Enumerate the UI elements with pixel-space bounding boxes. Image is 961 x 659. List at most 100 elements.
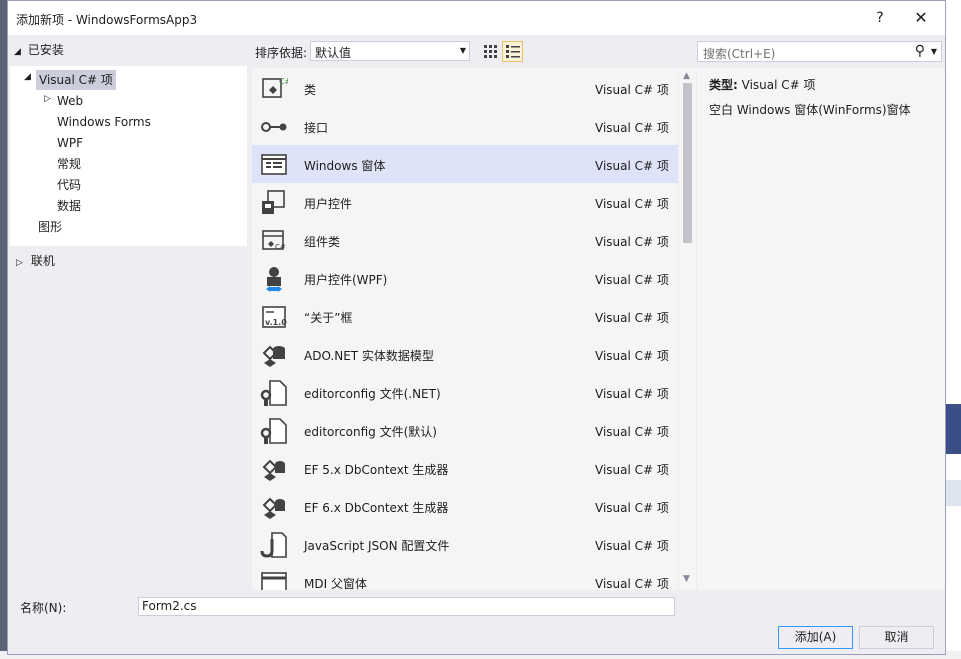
template-row[interactable]: EF 5.x DbContext 生成器 Visual C# 项 (252, 449, 678, 487)
template-row[interactable]: C# 组件类 Visual C# 项 (252, 221, 678, 259)
template-name: “关于”框 (304, 311, 353, 325)
template-language: Visual C# 项 (595, 349, 669, 363)
template-row[interactable]: v.1.0 “关于”框 Visual C# 项 (252, 297, 678, 335)
template-name: editorconfig 文件(默认) (304, 425, 437, 439)
tree-item-data[interactable]: 数据 (57, 196, 81, 216)
search-icon[interactable]: ⚲ (915, 43, 925, 59)
list-view-icon (506, 45, 520, 58)
template-language: Visual C# 项 (595, 425, 669, 439)
template-row[interactable]: ADO.NET 实体数据模型 Visual C# 项 (252, 335, 678, 373)
template-name: Windows 窗体 (304, 159, 386, 173)
tree-item-windows-forms[interactable]: Windows Forms (57, 112, 151, 132)
template-name: ADO.NET 实体数据模型 (304, 349, 434, 363)
template-name: 接口 (304, 121, 329, 135)
search-placeholder: 搜索(Ctrl+E) (703, 47, 776, 61)
template-row[interactable]: 用户控件(WPF) Visual C# 项 (252, 259, 678, 297)
template-language: Visual C# 项 (595, 235, 669, 249)
chevron-down-icon: ▼ (459, 46, 466, 55)
template-name: EF 6.x DbContext 生成器 (304, 501, 449, 515)
background-ide (945, 0, 961, 659)
tree-item-visual-csharp[interactable]: Visual C# 项 (36, 70, 116, 90)
installed-header[interactable]: ◢ 已安装 (14, 41, 64, 58)
template-language: Visual C# 项 (595, 311, 669, 325)
search-input[interactable]: 搜索(Ctrl+E) ⚲ ▼ (697, 41, 942, 62)
expand-arrow-icon[interactable]: ▷ (44, 94, 51, 104)
help-button[interactable]: ? (867, 5, 893, 31)
svg-text:C#: C# (275, 243, 286, 251)
template-description: 空白 Windows 窗体(WinForms)窗体 (709, 103, 911, 117)
template-name: EF 5.x DbContext 生成器 (304, 463, 449, 477)
svg-text:v.1.0: v.1.0 (265, 318, 287, 327)
template-row[interactable]: editorconfig 文件(.NET) Visual C# 项 (252, 373, 678, 411)
about-box-icon: v.1.0 (260, 303, 288, 331)
scroll-up-icon[interactable]: ▲ (683, 71, 690, 81)
template-language: Visual C# 项 (595, 83, 669, 97)
tree-item-online[interactable]: ▷ 联机 (16, 252, 55, 269)
template-row[interactable]: EF 6.x DbContext 生成器 Visual C# 项 (252, 487, 678, 525)
template-row[interactable]: C# 类 Visual C# 项 (252, 69, 678, 107)
background-band (945, 480, 961, 506)
template-name: 组件类 (304, 235, 341, 249)
template-info-pane: 类型: Visual C# 项 空白 Windows 窗体(WinForms)窗… (697, 68, 945, 590)
template-row[interactable]: 用户控件 Visual C# 项 (252, 183, 678, 221)
add-button[interactable]: 添加(A) (778, 626, 853, 649)
name-field[interactable]: Form2.cs (138, 597, 675, 616)
interface-icon (260, 113, 288, 141)
template-name: 用户控件(WPF) (304, 273, 388, 287)
template-row[interactable]: Windows 窗体 Visual C# 项 (252, 145, 678, 183)
background-band (945, 404, 961, 454)
json-config-icon (260, 531, 288, 559)
template-name: editorconfig 文件(.NET) (304, 387, 441, 401)
mdi-parent-form-icon (260, 569, 288, 590)
scroll-down-icon[interactable]: ▼ (683, 574, 690, 584)
template-name: 用户控件 (304, 197, 353, 211)
template-language: Visual C# 项 (595, 463, 669, 477)
type-value: Visual C# 项 (741, 78, 816, 92)
template-name: JavaScript JSON 配置文件 (304, 539, 450, 553)
editorconfig-icon (260, 379, 288, 407)
tree-item-web[interactable]: Web (57, 91, 83, 111)
dbcontext-generator-icon (260, 455, 288, 483)
expand-arrow-icon: ▷ (16, 258, 23, 268)
sort-dropdown[interactable]: 默认值 ▼ (310, 41, 470, 61)
tree-item-code[interactable]: 代码 (57, 175, 81, 195)
wpf-user-control-icon (260, 265, 288, 293)
collapse-arrow-icon: ◢ (14, 47, 21, 57)
template-row[interactable]: JavaScript JSON 配置文件 Visual C# 项 (252, 525, 678, 563)
cancel-button[interactable]: 取消 (859, 626, 934, 649)
collapse-arrow-icon[interactable]: ◢ (24, 72, 31, 82)
tree-item-general[interactable]: 常规 (57, 154, 81, 174)
template-language: Visual C# 项 (595, 577, 669, 590)
template-list-scrollbar[interactable]: ▲ ▼ (679, 68, 696, 590)
template-row[interactable]: MDI 父窗体 Visual C# 项 (252, 563, 678, 590)
template-category-tree: ◢ Visual C# 项 ▷ Web Windows Forms WPF 常规… (10, 66, 247, 246)
tree-item-graphics[interactable]: 图形 (38, 217, 62, 237)
template-language: Visual C# 项 (595, 387, 669, 401)
small-icons-view-button[interactable] (480, 41, 500, 61)
template-row[interactable]: 接口 Visual C# 项 (252, 107, 678, 145)
svg-text:C#: C# (279, 77, 288, 86)
template-type: 类型: Visual C# 项 (709, 76, 816, 93)
template-language: Visual C# 项 (595, 273, 669, 287)
dbcontext-generator-icon (260, 493, 288, 521)
window-title: 添加新项 - WindowsFormsApp3 (16, 13, 198, 27)
grid-view-icon (484, 45, 497, 58)
template-language: Visual C# 项 (595, 501, 669, 515)
template-language: Visual C# 项 (595, 197, 669, 211)
template-name: 类 (304, 83, 317, 97)
close-button[interactable]: ✕ (906, 5, 936, 31)
template-row[interactable]: editorconfig 文件(默认) Visual C# 项 (252, 411, 678, 449)
type-label: 类型: (709, 78, 738, 92)
sort-value: 默认值 (315, 46, 352, 60)
sort-label: 排序依据: (255, 46, 308, 60)
list-view-button[interactable] (502, 41, 523, 62)
component-class-icon: C# (260, 227, 288, 255)
template-list: C#类Visual C# 项接口Visual C# 项Windows 窗体Vis… (252, 68, 678, 590)
name-label: 名称(N): (20, 601, 67, 615)
entity-model-icon (260, 341, 288, 369)
chevron-down-icon[interactable]: ▼ (931, 47, 937, 56)
scrollbar-thumb[interactable] (683, 83, 692, 243)
user-control-icon (260, 189, 288, 217)
tree-item-wpf[interactable]: WPF (57, 133, 83, 153)
template-name: MDI 父窗体 (304, 577, 367, 590)
